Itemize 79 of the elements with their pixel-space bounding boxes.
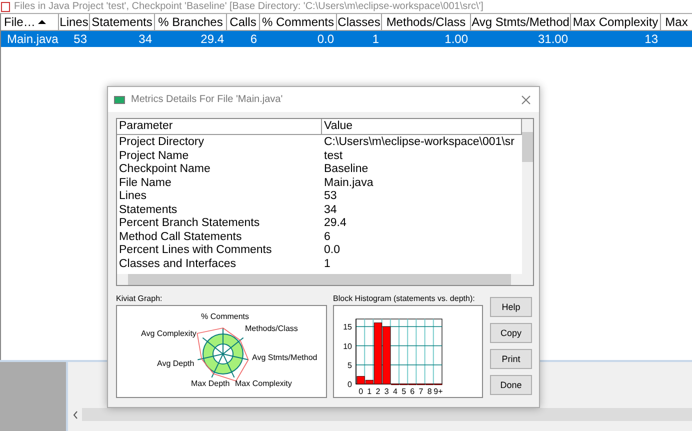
axis-tick-label: 15: [343, 322, 352, 332]
dialog-title: Metrics Details For File 'Main.java': [131, 94, 284, 105]
axis-tick-label: 5: [402, 387, 406, 396]
table-cell-text: 53: [323, 190, 338, 204]
axis-label: Avg Depth: [157, 359, 194, 368]
column-header[interactable]: Classes: [337, 14, 382, 31]
axis-tick-label: 0: [358, 387, 364, 396]
horizontal-scrollbar[interactable]: [68, 408, 692, 421]
axis-tick-label: 8: [427, 387, 432, 396]
column-header[interactable]: Methods/Class: [382, 14, 471, 31]
table-cell-text: 31.00: [536, 31, 569, 47]
empty-panel: [0, 362, 66, 431]
table-cell-text: Statements: [118, 204, 178, 217]
sort-ascending-icon: [38, 20, 46, 24]
window-title: Files in Java Project 'test', Checkpoint 'Baseline' [Base Directory: 'C:\Users\m\eclipse-workspace\001\src\']: [14, 1, 484, 12]
column-header[interactable]: % Comments: [260, 14, 337, 31]
vertical-scrollbar[interactable]: [522, 119, 533, 274]
axis-tick-label: 10: [343, 342, 352, 351]
table-cell-text: Checkpoint Name: [118, 163, 212, 176]
graph-label: Kiviat Graph:: [116, 294, 164, 305]
column-header[interactable]: Calls: [227, 14, 260, 31]
column-header[interactable]: Statements: [90, 14, 155, 31]
axis-label: Avg Complexity: [141, 329, 196, 338]
table-cell-text: 6: [323, 230, 332, 244]
column-header[interactable]: % Branches: [155, 14, 227, 31]
table-cell-text: Baseline: [323, 163, 370, 176]
table-cell-text: Percent Branch Statements: [118, 217, 261, 230]
window-icon: [114, 96, 125, 104]
table-cell-text: 53: [72, 31, 88, 47]
axis-tick-label: 2: [376, 387, 380, 396]
axis-tick-label: 0: [348, 380, 352, 389]
table-cell-text: Lines: [118, 190, 148, 204]
table-cell-text: 1: [323, 258, 332, 271]
table-cell-text: C:\Users\m\eclipse-workspace\001\sr: [323, 136, 516, 150]
table-cell-text: 29.4: [323, 217, 348, 230]
table-cell-text: test: [323, 150, 344, 163]
axis-tick-label: 5: [348, 360, 352, 370]
column-header[interactable]: File…: [1, 14, 59, 31]
table-cell-text: 0.0: [316, 31, 335, 47]
close-icon[interactable]: [521, 94, 531, 104]
axis-label: Max Depth: [191, 379, 230, 388]
table-cell-text: 1.00: [444, 31, 469, 47]
dialog-button[interactable]: Copy: [490, 323, 532, 343]
table-cell-text: 29.4: [200, 31, 225, 47]
axis-tick-label: 9+: [434, 387, 443, 396]
table-cell-text: 34: [138, 31, 153, 47]
table-cell-text: 13: [644, 31, 659, 47]
table-cell-text: Project Directory: [118, 136, 205, 150]
dialog-button[interactable]: Help: [490, 297, 532, 317]
column-header[interactable]: Parameter: [117, 119, 322, 134]
table-cell-text: File Name: [118, 176, 172, 190]
table-cell-text: Percent Lines with Comments: [118, 244, 273, 258]
column-header[interactable]: Max Complexity: [571, 14, 661, 31]
column-header[interactable]: Lines: [59, 14, 90, 31]
table-cell-text: 1: [371, 31, 380, 47]
axis-tick-label: 6: [410, 387, 415, 396]
axis-tick-label: 3: [384, 387, 389, 396]
table-cell-text: 6: [249, 31, 258, 47]
table-cell-text: 34: [323, 204, 338, 217]
table-cell-text: 0.0: [323, 244, 341, 258]
column-header[interactable]: Avg Stmts/Method: [471, 14, 571, 31]
dialog-button[interactable]: Print: [490, 349, 532, 369]
table-cell-text: Main.java: [6, 31, 59, 47]
table-cell-text: Main.java: [323, 176, 374, 190]
axis-tick-label: 1: [367, 387, 372, 396]
horizontal-scrollbar[interactable]: [117, 274, 533, 285]
axis-label: Methods/Class: [245, 324, 298, 333]
axis-tick-label: 4: [392, 387, 398, 396]
axis-label: Avg Stmts/Method: [252, 353, 318, 362]
table-cell-text: Method Call Statements: [118, 230, 243, 244]
axis-tick-label: 7: [418, 387, 424, 396]
dialog-button[interactable]: Done: [490, 375, 532, 395]
scrollbar-thumb[interactable]: [522, 132, 533, 162]
table-cell-text: Classes and Interfaces: [118, 258, 237, 271]
table-cell-text: Project Name: [118, 150, 190, 163]
file-row[interactable]: Main.java 53 34 29.4 6 0.0 1 1.00 31.00 13: [1, 31, 692, 47]
graph-label: Block Histogram (statements vs. depth):: [333, 294, 476, 305]
axis-label: Max Complexity: [235, 379, 292, 388]
axis-label: % Comments: [201, 312, 250, 321]
